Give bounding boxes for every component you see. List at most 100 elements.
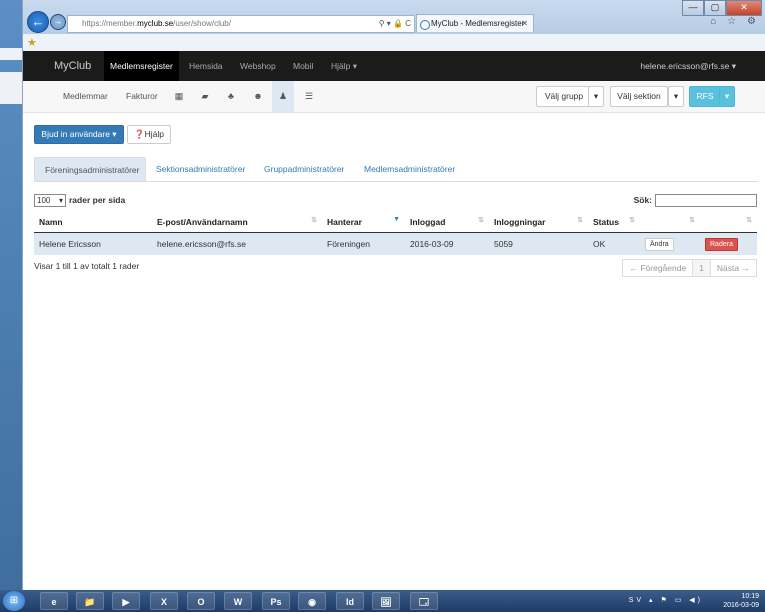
tray-icons[interactable]: SV ▴ ⚑ ▭ ◀) — [629, 596, 703, 604]
pagination-page[interactable]: 1 — [692, 259, 711, 277]
tab-gruppadministratorer[interactable]: Gruppadministratörer — [254, 157, 354, 181]
brand-logo[interactable]: MyClub — [54, 51, 91, 81]
section-select-caret[interactable]: ▾ — [668, 86, 684, 107]
nav-item-hemsida[interactable]: Hemsida — [183, 51, 229, 81]
table-header-row: Namn E-post/Användarnamn ⇅ Hanterar ▼ Inlo… — [34, 211, 757, 233]
tab-close-icon[interactable]: ✕ — [521, 15, 528, 33]
column-header-epost[interactable]: E-post/Användarnamn ⇅ — [152, 211, 322, 233]
table-search: Sök: — [634, 194, 757, 207]
subnav-item-medlemmar[interactable]: Medlemmar — [63, 81, 108, 112]
column-header-status[interactable]: Status ⇅ — [588, 211, 640, 233]
sort-icon: ⇅ — [629, 217, 635, 224]
tab-foreningsadministratorer[interactable]: Föreningsadministratörer — [34, 157, 146, 181]
column-header-hanterar[interactable]: Hanterar ▼ — [322, 211, 405, 233]
delete-button[interactable]: Radera — [705, 237, 738, 251]
window-controls: — ▢ ✕ — [682, 0, 762, 16]
tab-favicon-icon — [420, 20, 430, 30]
invite-user-button[interactable]: Bjud in användare ▾ — [34, 125, 124, 144]
help-label: Hjälp — [144, 129, 164, 139]
forward-arrow-icon: → — [53, 16, 63, 26]
clock[interactable]: 10:19 2016-03-09 — [723, 592, 759, 610]
maximize-button[interactable]: ▢ — [704, 0, 726, 16]
column-header-inloggningar[interactable]: Inloggningar ⇅ — [489, 211, 588, 233]
admin-table: Namn E-post/Användarnamn ⇅ Hanterar ▼ Inlo… — [34, 211, 757, 255]
ie-taskbar-icon[interactable]: e — [40, 592, 68, 610]
sort-icon: ⇅ — [746, 217, 752, 224]
cell-logins: 5059 — [489, 232, 588, 255]
chrome-taskbar-icon[interactable]: ◉ — [298, 592, 326, 610]
subnav-item-fakturor[interactable]: Fakturor — [126, 81, 158, 112]
nav-item-hjalp[interactable]: Hjälp ▾ — [325, 51, 363, 81]
tab-title: MyClub - Medlemsregister — [431, 19, 525, 28]
forward-button[interactable]: → — [50, 14, 66, 30]
photoshop-taskbar-icon[interactable]: Ps — [262, 592, 290, 610]
search-input[interactable] — [655, 194, 757, 207]
edit-button[interactable]: Ändra — [645, 237, 674, 251]
page-length-select[interactable]: 100 — [34, 194, 66, 207]
nav-item-medlemsregister[interactable]: Medlemsregister — [104, 51, 179, 81]
explorer-taskbar-icon[interactable]: 📁 — [76, 592, 104, 610]
url-path: /user/show/club/ — [173, 19, 231, 28]
tab-sektionsadministratorer[interactable]: Sektionsadministratörer — [146, 157, 255, 181]
sort-icon: ⇅ — [478, 217, 484, 224]
calendar-icon[interactable]: ▦ — [168, 81, 190, 112]
clock-date: 2016-03-09 — [723, 602, 759, 609]
table-row[interactable]: Helene Ericsson helene.ericsson@rfs.se F… — [34, 232, 757, 255]
cell-last-login: 2016-03-09 — [405, 232, 489, 255]
address-controls[interactable]: ⚲ ▾ 🔒 C — [379, 16, 411, 32]
close-button[interactable]: ✕ — [726, 0, 762, 16]
cell-edit: Ändra — [640, 232, 700, 255]
folder-icon[interactable]: ▰ — [194, 81, 216, 112]
pagination: ← Föregående 1 Nästa → — [622, 259, 757, 277]
admin-tabs: Föreningsadministratörer Sektionsadminis… — [34, 157, 758, 182]
cell-status: OK — [588, 232, 640, 255]
page-content: MyClub Medlemsregister Hemsida Webshop M… — [23, 51, 765, 590]
favorites-star-icon[interactable]: ★ — [27, 36, 37, 49]
indesign-taskbar-icon[interactable]: Id — [336, 592, 364, 610]
search-label: Sök: — [633, 194, 652, 205]
help-button[interactable]: ❓Hjälp — [127, 125, 171, 144]
user-menu[interactable]: helene.ericsson@rfs.se ▾ — [640, 51, 736, 81]
taskbar: ⊞ e 📁 ▶ X O W Ps ◉ Id 🖼 🗔 SV ▴ ⚑ ▭ ◀) 10… — [0, 590, 765, 612]
org-button-caret[interactable]: ▾ — [719, 86, 735, 107]
column-header-delete: ⇅ — [700, 211, 757, 233]
url-host: myclub.se — [137, 19, 174, 28]
photos-taskbar-icon[interactable]: 🖼 — [372, 592, 400, 610]
start-button[interactable]: ⊞ — [3, 591, 25, 611]
pagination-previous[interactable]: ← Föregående — [622, 259, 694, 277]
sliders-icon[interactable]: ☰ — [298, 81, 320, 112]
column-header-namn[interactable]: Namn — [34, 211, 152, 233]
browser-tab[interactable]: MyClub - Medlemsregister ✕ — [416, 14, 534, 32]
group-select-caret[interactable]: ▾ — [588, 86, 604, 107]
top-navbar: MyClub Medlemsregister Hemsida Webshop M… — [23, 51, 765, 81]
language-indicator[interactable]: SV — [629, 597, 644, 604]
nav-item-webshop[interactable]: Webshop — [234, 51, 282, 81]
sitemap-icon[interactable]: ♣ — [220, 81, 242, 112]
media-player-taskbar-icon[interactable]: ▶ — [112, 592, 140, 610]
sort-icon: ⇅ — [689, 217, 695, 224]
word-taskbar-icon[interactable]: W — [224, 592, 252, 610]
section-select[interactable]: Välj sektion — [610, 86, 668, 107]
group-icon[interactable]: ☻ — [247, 81, 269, 112]
column-header-inloggad[interactable]: Inloggad ⇅ — [405, 211, 489, 233]
window-taskbar-icon[interactable]: 🗔 — [410, 592, 438, 610]
desktop-background — [0, 0, 24, 590]
pagination-next[interactable]: Nästa → — [709, 259, 757, 277]
outlook-taskbar-icon[interactable]: O — [187, 592, 215, 610]
cell-name: Helene Ericsson — [34, 232, 152, 255]
minimize-button[interactable]: — — [682, 0, 704, 16]
address-bar[interactable]: https://member.myclub.se/user/show/club/… — [67, 15, 415, 33]
browser-titlebar: ← → https://member.myclub.se/user/show/c… — [23, 0, 765, 34]
user-icon[interactable]: ♟ — [272, 81, 294, 112]
page-length-label: rader per sida — [69, 194, 126, 205]
tab-medlemsadministratorer[interactable]: Medlemsadministratörer — [354, 157, 465, 181]
browser-tools[interactable]: ⌂ ☆ ⚙ — [710, 16, 760, 27]
org-button[interactable]: RFS — [689, 86, 721, 107]
favorites-bar: ★ — [23, 34, 765, 52]
sort-icon: ⇅ — [577, 217, 583, 224]
address-url: https://member.myclub.se/user/show/club/ — [82, 16, 231, 32]
nav-item-mobil[interactable]: Mobil — [287, 51, 319, 81]
back-button[interactable]: ← — [27, 11, 49, 33]
group-select[interactable]: Välj grupp — [536, 86, 592, 107]
excel-taskbar-icon[interactable]: X — [150, 592, 178, 610]
